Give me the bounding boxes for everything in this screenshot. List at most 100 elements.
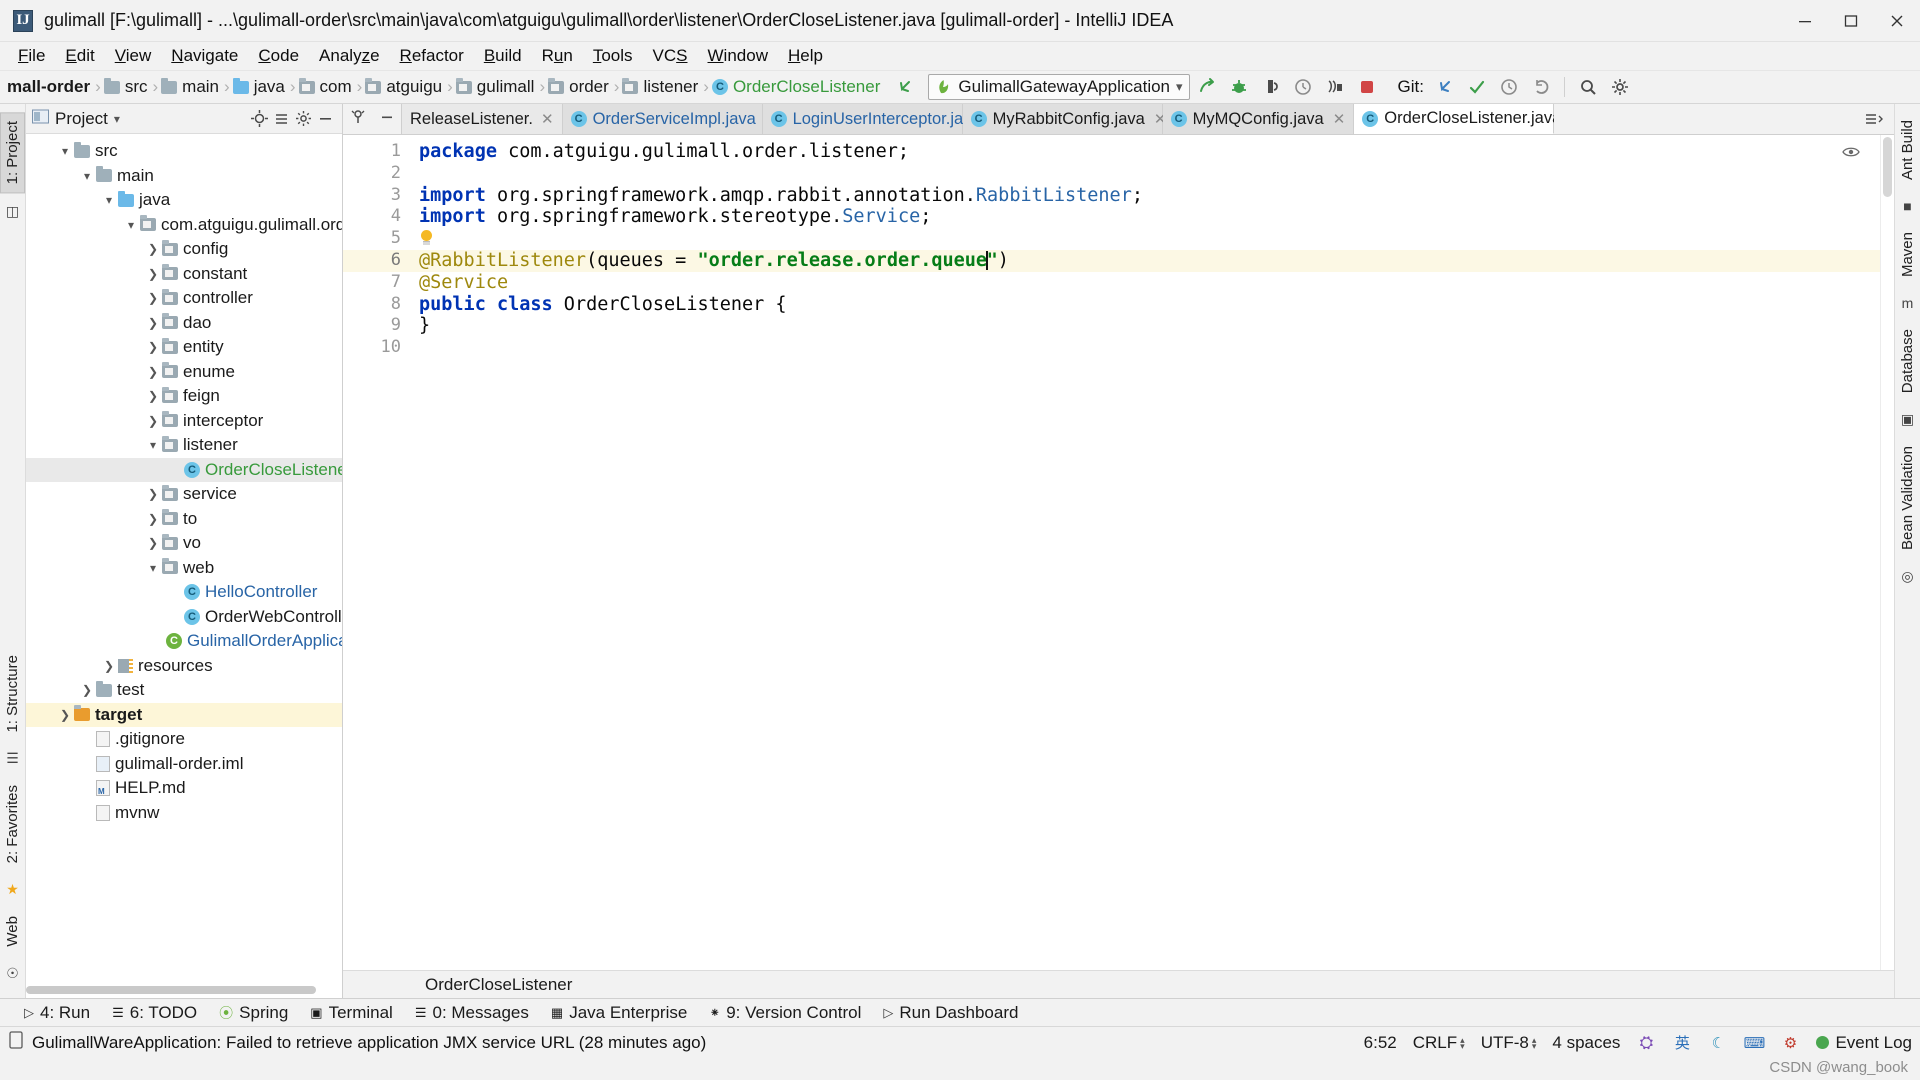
chevron-right-icon[interactable]: ❯: [100, 659, 118, 673]
menu-file[interactable]: File: [8, 44, 55, 68]
search-everywhere-icon[interactable]: [1573, 73, 1603, 101]
tool-window-todo[interactable]: ☰ 6: TODO: [102, 1001, 207, 1025]
maximize-button[interactable]: [1828, 0, 1874, 42]
sidebar-item-favorites[interactable]: 2: Favorites: [1, 777, 24, 871]
sidebar-item-project[interactable]: 1: Project: [0, 112, 25, 194]
tool-window-run[interactable]: ▷ 4: Run: [14, 1001, 100, 1025]
ime-keyboard-icon[interactable]: ⌨: [1744, 1033, 1766, 1053]
tree-row-target[interactable]: ❯ target: [26, 702, 342, 727]
tree-row-service[interactable]: ❯ service: [26, 482, 342, 507]
tree-row-src[interactable]: ▾ src: [26, 139, 342, 164]
tree-row-web[interactable]: ▾ web: [26, 556, 342, 581]
tool-window-run-dashboard[interactable]: ▷ Run Dashboard: [873, 1001, 1028, 1025]
file-encoding[interactable]: UTF-8 ▴ ▾: [1481, 1033, 1537, 1053]
editor-tab-my-mq-config[interactable]: C MyMQConfig.java ✕: [1162, 104, 1355, 134]
sidebar-item-database[interactable]: Database: [1896, 321, 1919, 401]
editor-tab-my-rabbit-config[interactable]: C MyRabbitConfig.java ✕: [962, 104, 1166, 134]
chevron-right-icon[interactable]: ❯: [144, 291, 162, 305]
tree-row-gulimall-order-application[interactable]: C GulimallOrderApplication: [26, 629, 342, 654]
close-button[interactable]: [1874, 0, 1920, 42]
chevron-right-icon[interactable]: ❯: [144, 536, 162, 550]
editor-tab-order-close-listener[interactable]: C OrderCloseListener.java ✕: [1354, 104, 1583, 134]
chevron-right-icon[interactable]: ❯: [144, 389, 162, 403]
chevron-down-icon[interactable]: ▾: [100, 193, 118, 207]
profile-icon[interactable]: [1288, 73, 1318, 101]
close-icon[interactable]: ✕: [1333, 110, 1346, 128]
settings-icon[interactable]: [1605, 73, 1635, 101]
tree-row-main[interactable]: ▾ main: [26, 164, 342, 189]
debug-icon[interactable]: [1224, 73, 1254, 101]
caret-position[interactable]: 6:52: [1364, 1033, 1397, 1053]
locate-icon[interactable]: [248, 108, 270, 130]
history-icon[interactable]: [1494, 73, 1524, 101]
sidebar-item-structure[interactable]: 1: Structure: [1, 647, 24, 741]
editor-tab-release-listener[interactable]: ReleaseListener.java ✕: [401, 104, 563, 134]
tree-row-package-root[interactable]: ▾ com.atguigu.gulimall.order: [26, 213, 342, 238]
menu-analyze[interactable]: Analyze: [309, 44, 390, 68]
tree-row-controller[interactable]: ❯ controller: [26, 286, 342, 311]
breadcrumb-item-src[interactable]: src: [102, 77, 152, 97]
chevron-down-icon[interactable]: ▾: [144, 561, 162, 575]
chevron-down-icon[interactable]: ▾: [122, 218, 140, 232]
tree-row-help-md[interactable]: ❯ HELP.md: [26, 776, 342, 801]
chevron-right-icon[interactable]: ❯: [56, 708, 74, 722]
collapse-all-icon[interactable]: [270, 108, 292, 130]
tree-row-vo[interactable]: ❯ vo: [26, 531, 342, 556]
commit-icon[interactable]: [1462, 73, 1492, 101]
menu-tools[interactable]: Tools: [583, 44, 643, 68]
chevron-down-icon[interactable]: ▾: [1176, 79, 1183, 95]
tool-window-java-enterprise[interactable]: ▦ Java Enterprise: [541, 1001, 697, 1025]
chevron-down-icon[interactable]: ▾: [78, 169, 96, 183]
chevron-right-icon[interactable]: ❯: [144, 267, 162, 281]
indent-setting[interactable]: 4 spaces: [1552, 1033, 1620, 1053]
chevron-down-icon[interactable]: ▾: [114, 112, 120, 126]
breadcrumb-item-order[interactable]: order: [546, 77, 613, 97]
stop-icon[interactable]: [1352, 73, 1382, 101]
editor-vertical-scrollbar[interactable]: [1880, 135, 1894, 970]
chevron-right-icon[interactable]: ❯: [144, 340, 162, 354]
tree-row-config[interactable]: ❯ config: [26, 237, 342, 262]
tool-window-messages[interactable]: ☰ 0: Messages: [405, 1001, 539, 1025]
run-with-coverage-icon[interactable]: [1256, 73, 1286, 101]
sidebar-item-bean-validation[interactable]: Bean Validation: [1896, 438, 1919, 558]
tree-row-gitignore[interactable]: ❯ .gitignore: [26, 727, 342, 752]
minimize-button[interactable]: [1782, 0, 1828, 42]
tree-row-mvnw[interactable]: ❯ mvnw: [26, 801, 342, 826]
breadcrumb-item-listener[interactable]: listener: [620, 77, 702, 97]
breadcrumb-item-java[interactable]: java: [231, 77, 289, 97]
tree-row-order-web-controller[interactable]: C OrderWebController: [26, 605, 342, 630]
menu-build[interactable]: Build: [474, 44, 532, 68]
back-arrow-icon[interactable]: [890, 73, 920, 101]
tool-window-terminal[interactable]: ▣ Terminal: [300, 1001, 403, 1025]
horizontal-scrollbar[interactable]: [26, 986, 316, 994]
chevron-down-icon[interactable]: ▾: [144, 438, 162, 452]
tree-row-dao[interactable]: ❯ dao: [26, 311, 342, 336]
event-log-button[interactable]: Event Log: [1816, 1033, 1912, 1053]
menu-run[interactable]: Run: [532, 44, 583, 68]
hide-icon[interactable]: [314, 108, 336, 130]
tree-row-constant[interactable]: ❯ constant: [26, 262, 342, 287]
close-icon[interactable]: ✕: [541, 110, 554, 128]
tree-row-hello-controller[interactable]: C HelloController: [26, 580, 342, 605]
run-icon[interactable]: [1192, 73, 1222, 101]
tree-row-interceptor[interactable]: ❯ interceptor: [26, 409, 342, 434]
settings-icon[interactable]: [292, 108, 314, 130]
breadcrumb-item-gulimall[interactable]: gulimall: [454, 77, 539, 97]
editor-footer-breadcrumb[interactable]: OrderCloseListener: [343, 970, 1894, 998]
tree-row-entity[interactable]: ❯ entity: [26, 335, 342, 360]
eye-icon[interactable]: [1842, 143, 1860, 164]
tree-row-listener[interactable]: ▾ listener: [26, 433, 342, 458]
editor-tab-login-user-interceptor[interactable]: C LoginUserInterceptor.java ✕: [762, 104, 1002, 134]
pin-icon[interactable]: [350, 109, 366, 130]
tree-row-java[interactable]: ▾ java: [26, 188, 342, 213]
update-project-icon[interactable]: [1430, 73, 1460, 101]
chevron-right-icon[interactable]: ❯: [144, 365, 162, 379]
sidebar-item-web[interactable]: Web: [1, 908, 24, 955]
project-tree[interactable]: ▾ src ▾ main ▾ java ▾ com.atguigu.gulima…: [26, 134, 342, 998]
run-configuration-selector[interactable]: GulimallGatewayApplication ▾: [928, 74, 1190, 100]
tree-row-feign[interactable]: ❯ feign: [26, 384, 342, 409]
attach-process-icon[interactable]: [1320, 73, 1350, 101]
tab-list-icon[interactable]: [1854, 104, 1894, 134]
breadcrumb-item-com[interactable]: com: [297, 77, 356, 97]
menu-edit[interactable]: Edit: [55, 44, 104, 68]
